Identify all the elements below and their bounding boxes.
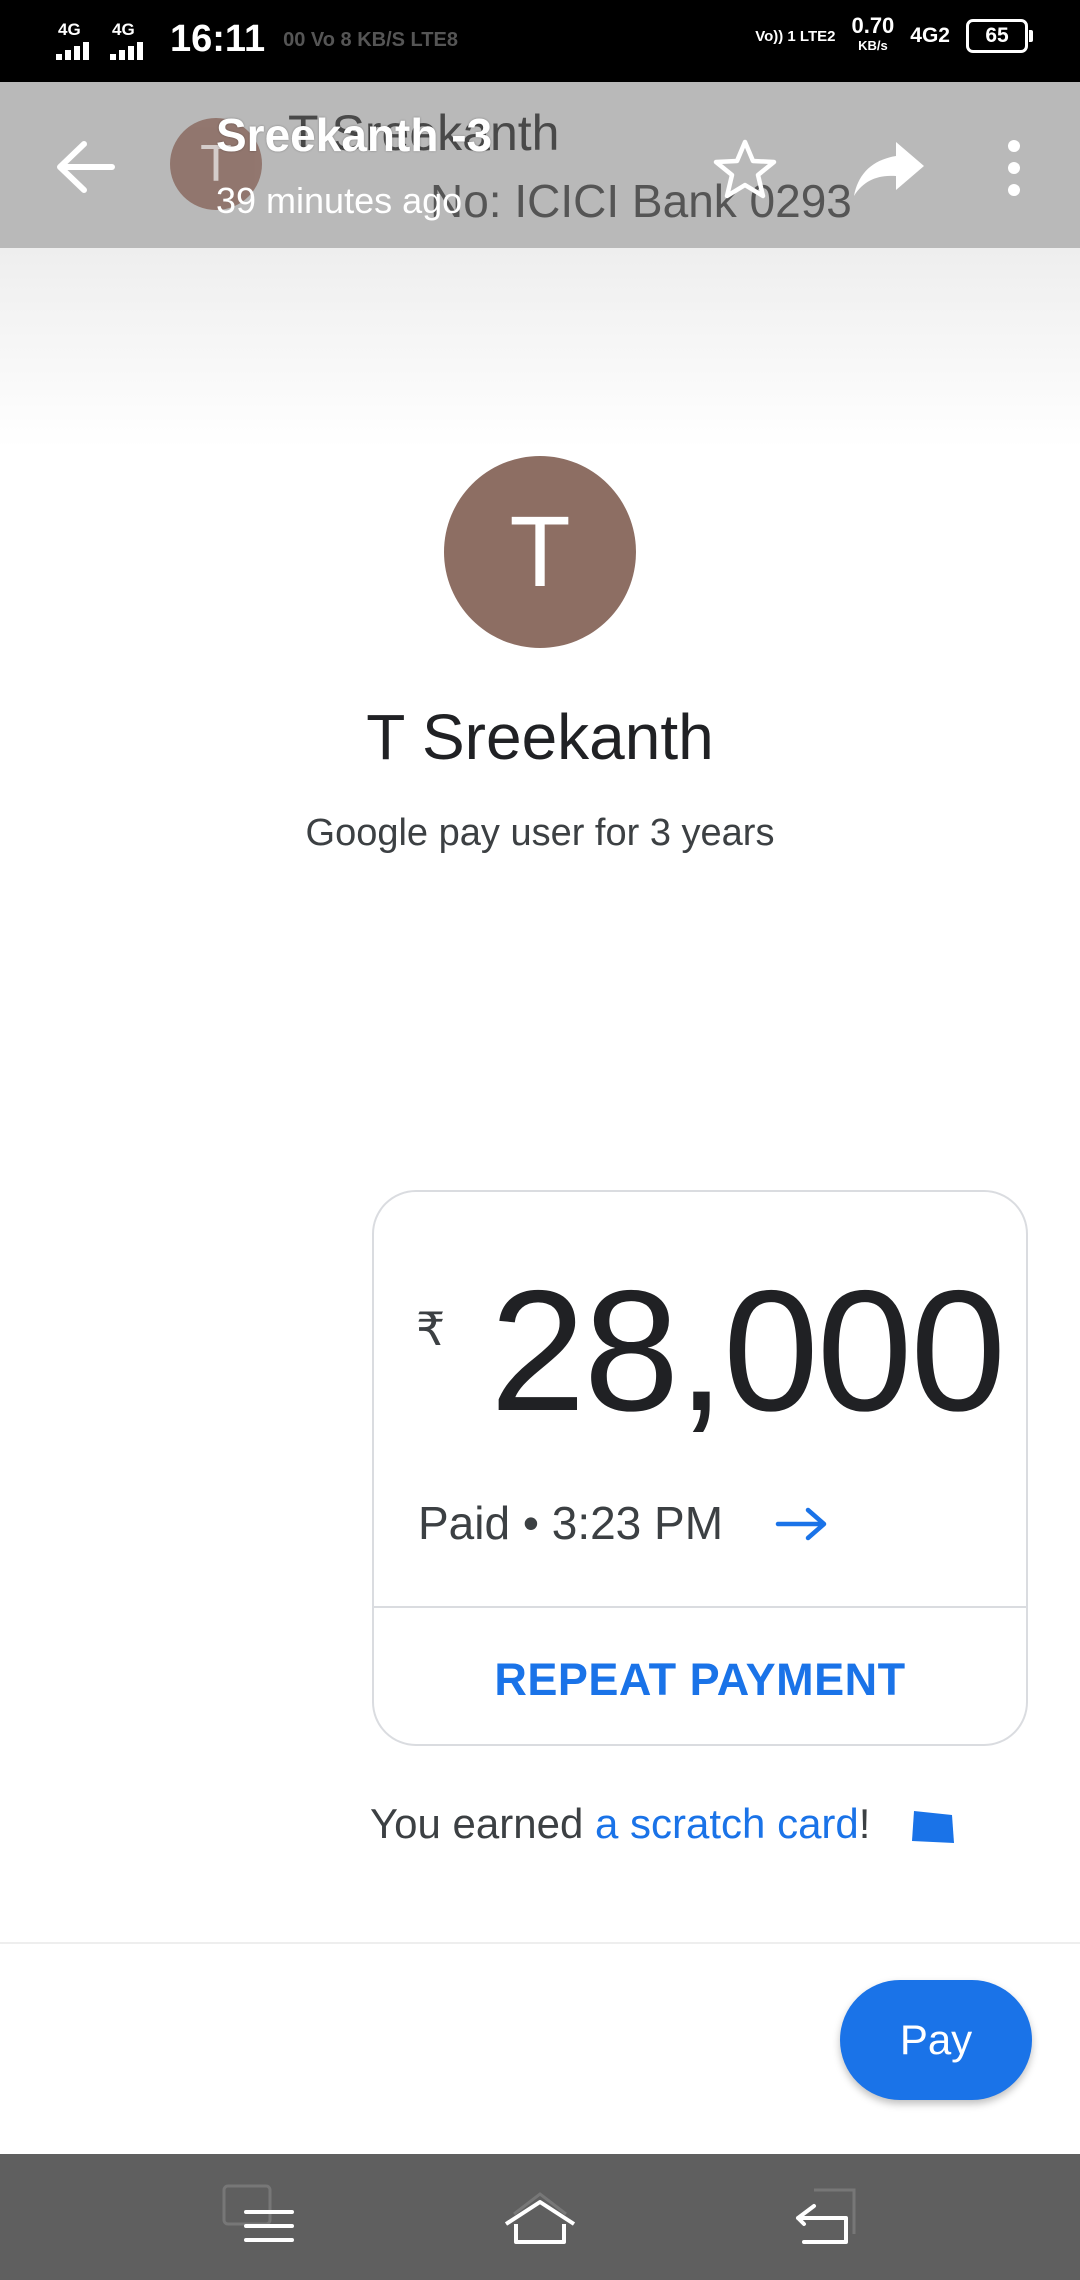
- sim1-network-type: 4G: [58, 19, 81, 39]
- status-ghost-text: 00 Vo 8 KB/S LTE8: [283, 28, 458, 51]
- star-icon[interactable]: [712, 138, 778, 200]
- user-since-text: Google pay user for 3 years: [305, 812, 775, 854]
- status-bar-left: 4G 4G 16:11 00 Vo 8 KB/S LTE8: [56, 18, 458, 61]
- back-arrow-icon[interactable]: [50, 134, 120, 200]
- battery-icon: 65: [966, 19, 1033, 53]
- app-bar: T T Sreekanth No: ICICI Bank 0293 Sreeka…: [0, 82, 1080, 248]
- avatar-letter: T: [509, 495, 571, 608]
- network-speed: 0.70 KB/s: [851, 13, 895, 56]
- scratch-card-link[interactable]: a scratch card: [595, 1800, 859, 1847]
- network-speed-unit: KB/s: [858, 38, 888, 53]
- volte-indicator: Vo)) 1 LTE2: [755, 27, 836, 45]
- share-icon[interactable]: [852, 138, 926, 200]
- header-fade: [0, 248, 1080, 448]
- status-time: 16:11: [170, 18, 266, 60]
- contact-name: T Sreekanth: [366, 701, 714, 773]
- payment-card[interactable]: ₹ 28,000 Paid • 3:23 PM REPEAT PAYMENT: [372, 1190, 1028, 1746]
- repeat-payment-button[interactable]: REPEAT PAYMENT: [374, 1654, 1026, 1706]
- navigation-bar: [0, 2154, 1080, 2280]
- reward-prefix: You earned: [370, 1800, 595, 1847]
- battery-level: 65: [985, 24, 1009, 47]
- card-divider: [374, 1606, 1026, 1608]
- sim1-signal-icon: 4G: [56, 20, 96, 60]
- payment-amount: 28,000: [490, 1255, 1006, 1447]
- reward-text: You earned a scratch card!: [370, 1800, 958, 1848]
- avatar: T: [444, 456, 636, 648]
- recent-apps-menu-icon[interactable]: [218, 2178, 300, 2258]
- sim2-network-type: 4G: [112, 19, 135, 39]
- arrow-right-icon[interactable]: [774, 1504, 830, 1544]
- page-title: Sreekanth -3: [216, 109, 493, 161]
- page-subtitle: 39 minutes ago: [216, 180, 463, 221]
- background-account-number: No: ICICI Bank 0293: [430, 175, 852, 227]
- pay-button[interactable]: Pay: [840, 1980, 1032, 2100]
- reward-suffix: !: [858, 1800, 871, 1847]
- sim2-signal-icon: 4G: [110, 20, 150, 60]
- home-icon[interactable]: [500, 2178, 580, 2258]
- scratch-card-icon[interactable]: [908, 1807, 958, 1847]
- bottom-divider: [0, 1942, 1080, 1944]
- back-nav-icon[interactable]: [784, 2178, 864, 2258]
- more-vert-icon[interactable]: [994, 138, 1034, 198]
- currency-symbol: ₹: [416, 1303, 446, 1355]
- network-speed-value: 0.70: [851, 13, 895, 38]
- payment-status: Paid • 3:23 PM: [418, 1497, 724, 1549]
- status-bar-right: Vo)) 1 LTE2 0.70 KB/s 4G2 65: [755, 13, 1033, 56]
- network-type: 4G2: [910, 24, 950, 47]
- status-bar: 4G 4G 16:11 00 Vo 8 KB/S LTE8 Vo)) 1 LTE…: [0, 0, 1080, 82]
